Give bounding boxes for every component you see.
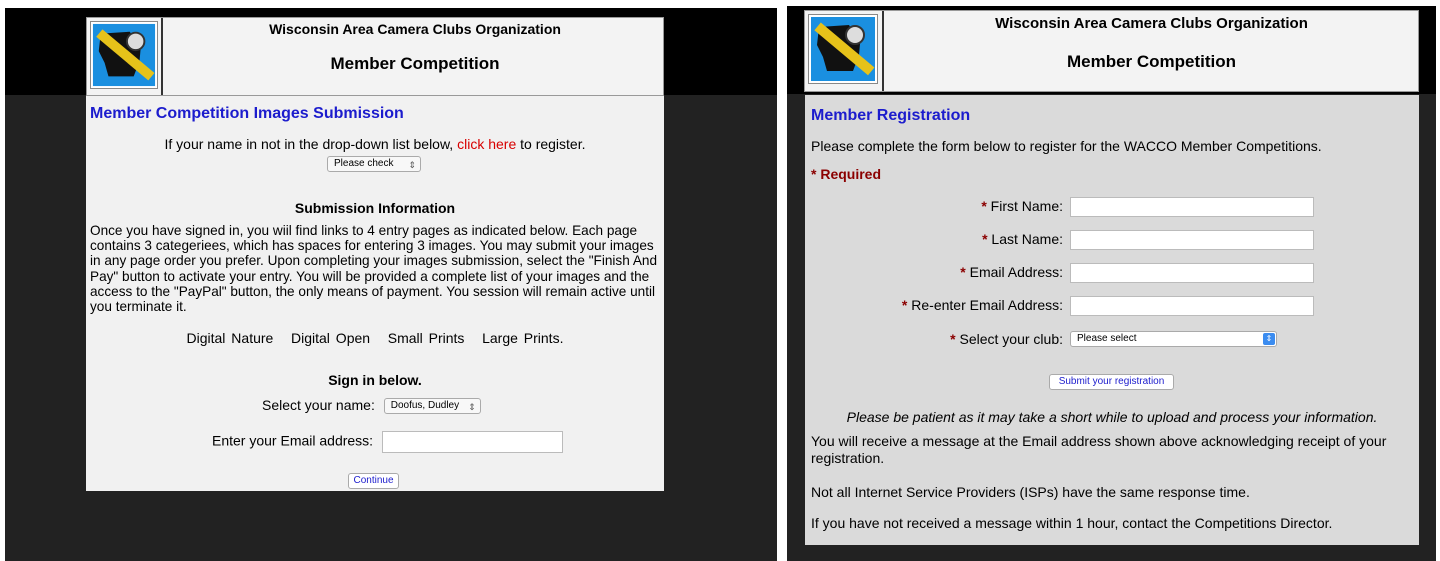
- field-label: First Name:: [990, 198, 1063, 214]
- info-heading: Submission Information: [294, 200, 456, 216]
- reenter-email-input[interactable]: [1070, 296, 1314, 316]
- isp-note: Not all Internet Service Providers (ISPs…: [811, 484, 1250, 500]
- required-label: Required: [820, 166, 882, 182]
- registration-screen: Wisconsin Area Camera Clubs Organization…: [787, 6, 1436, 561]
- section-title: Member Competition Images Submission: [90, 105, 404, 122]
- required-asterisk: *: [950, 331, 956, 347]
- required-asterisk: *: [811, 166, 817, 182]
- field-label: Select your club:: [959, 331, 1064, 347]
- submission-content: Member Competition Images Submission If …: [86, 96, 664, 491]
- category-item: Digital Open: [291, 330, 371, 346]
- contact-note: If you have not received a message withi…: [811, 515, 1333, 531]
- org-name: Wisconsin Area Camera Clubs Organization: [995, 15, 1308, 32]
- required-note: * Required: [811, 166, 881, 182]
- continue-wrap: Continue: [348, 470, 399, 489]
- last-name-input[interactable]: [1070, 230, 1314, 250]
- register-suffix: to register.: [520, 136, 586, 152]
- section-title: Member Registration: [811, 107, 971, 124]
- email-label: Enter your Email address:: [212, 432, 374, 449]
- club-label: * Select your club:: [950, 331, 1063, 347]
- last-name-label: * Last Name:: [982, 231, 1063, 247]
- name-dropdown-value: Doofus, Dudley: [390, 400, 460, 412]
- name-dropdown[interactable]: Doofus, Dudley ⇕: [383, 398, 481, 415]
- category-item: Small Prints: [387, 330, 465, 346]
- header-divider: [882, 11, 884, 91]
- email-row: Enter your Email address:: [212, 431, 563, 453]
- email-label: * Email Address:: [960, 264, 1063, 280]
- club-dropdown[interactable]: Please select ⇕: [1070, 331, 1277, 347]
- club-dropdown-value: Please select: [1077, 333, 1137, 344]
- register-prompt: If your name in not in the drop-down lis…: [86, 136, 664, 152]
- wacco-logo: [90, 21, 158, 89]
- name-label: Select your name:: [262, 397, 375, 413]
- page-heading: Member Competition: [1066, 52, 1237, 71]
- site-header: Wisconsin Area Camera Clubs Organization…: [804, 10, 1419, 92]
- updown-arrows-icon: ⇕: [408, 159, 416, 170]
- field-label: Email Address:: [969, 264, 1063, 280]
- submission-screen: Wisconsin Area Camera Clubs Organization…: [5, 8, 777, 561]
- org-name: Wisconsin Area Camera Clubs Organization: [269, 21, 561, 37]
- name-row: Select your name: Doofus, Dudley ⇕: [262, 397, 481, 415]
- email-input[interactable]: [1070, 263, 1314, 283]
- required-asterisk: *: [901, 297, 908, 313]
- email-input[interactable]: [381, 431, 563, 453]
- first-name-input[interactable]: [1070, 197, 1314, 217]
- category-list: Digital Nature Digital Open Small Prints…: [86, 330, 664, 346]
- wacco-logo: [808, 14, 878, 84]
- register-link[interactable]: click here: [457, 136, 516, 152]
- page-heading: Member Competition: [330, 54, 500, 73]
- header-divider: [161, 18, 163, 95]
- field-label: Re-enter Email Address:: [911, 297, 1063, 313]
- registration-content: Member Registration Please complete the …: [805, 95, 1419, 545]
- check-dropdown-wrap: Please check ⇕: [327, 155, 421, 173]
- continue-button[interactable]: Continue: [348, 473, 399, 489]
- check-dropdown[interactable]: Please check ⇕: [327, 155, 421, 172]
- updown-arrows-icon: ⇕: [468, 402, 476, 413]
- info-paragraph: Once you have signed in, you wiil find l…: [90, 223, 658, 315]
- register-prefix: If your name in not in the drop-down lis…: [164, 136, 454, 152]
- submit-wrap: Submit your registration: [1049, 371, 1174, 390]
- check-dropdown-value: Please check: [334, 157, 394, 169]
- intro-text: Please complete the form below to regist…: [811, 138, 1322, 154]
- required-asterisk: *: [981, 198, 987, 214]
- confirmation-message: You will receive a message at the Email …: [811, 433, 1387, 466]
- first-name-label: * First Name:: [981, 198, 1063, 214]
- site-header: Wisconsin Area Camera Clubs Organization…: [86, 17, 664, 96]
- category-item: Digital Nature: [186, 330, 274, 346]
- submit-registration-button[interactable]: Submit your registration: [1049, 374, 1174, 390]
- reenter-email-label: * Re-enter Email Address:: [902, 297, 1063, 313]
- patience-note: Please be patient as it may take a short…: [846, 409, 1378, 425]
- field-label: Last Name:: [991, 231, 1063, 247]
- updown-arrows-icon: ⇕: [1263, 333, 1275, 345]
- signin-heading: Sign in below.: [328, 372, 422, 388]
- required-asterisk: *: [960, 264, 966, 280]
- category-item: Large Prints.: [482, 330, 564, 346]
- required-asterisk: *: [982, 231, 988, 247]
